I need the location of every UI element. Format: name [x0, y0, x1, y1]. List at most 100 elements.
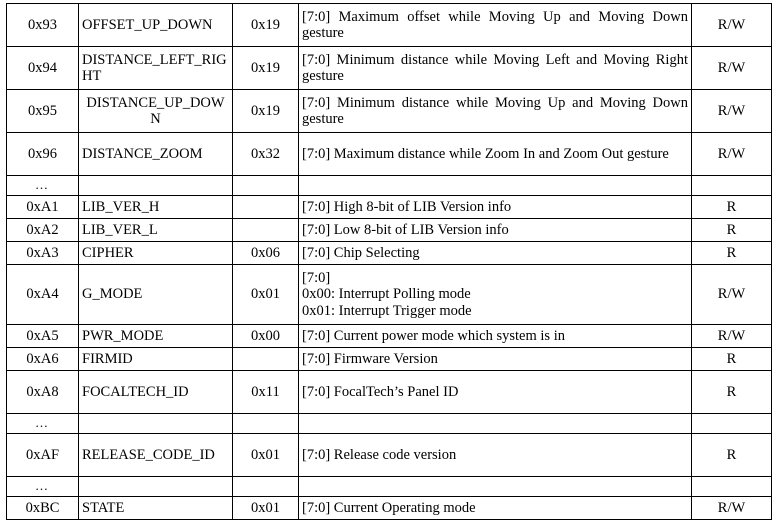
- cell-access: R/W: [691, 132, 772, 176]
- cell-address: …: [6, 413, 79, 434]
- cell-address: 0xA8: [6, 370, 79, 414]
- cell-access: R/W: [691, 264, 772, 325]
- cell-address: 0x93: [6, 3, 79, 47]
- table-row-ellipsis: …: [6, 413, 772, 434]
- cell-address: 0x94: [6, 46, 79, 90]
- cell-address: …: [6, 476, 79, 497]
- table-row: 0xA4 G_MODE 0x01 [7:0] 0x00: Interrupt Polli…: [6, 264, 772, 325]
- cell-name: DISTANCE_ZOOM: [78, 132, 233, 176]
- cell-address: 0x95: [6, 89, 79, 133]
- cell-name: PWR_MODE: [78, 324, 233, 348]
- cell-access: R/W: [691, 89, 772, 133]
- cell-description: [7:0] Minimum distance while Moving Up a…: [298, 89, 692, 133]
- cell-value: [232, 175, 299, 196]
- cell-address: 0xBC: [6, 496, 79, 520]
- cell-value: [232, 476, 299, 497]
- cell-access: R: [691, 433, 772, 477]
- cell-address: 0xA1: [6, 195, 79, 219]
- table-row: 0xBC STATE 0x01 [7:0] Current Operating mod…: [6, 496, 772, 520]
- cell-address: 0xA2: [6, 218, 79, 242]
- table-row: 0xA2 LIB_VER_L [7:0] Low 8-bit of LIB Vers…: [6, 218, 772, 242]
- cell-access: R/W: [691, 324, 772, 348]
- cell-name: LIB_VER_L: [78, 218, 233, 242]
- cell-description: [7:0] Current power mode which system is…: [298, 324, 692, 348]
- cell-value: 0x01: [232, 496, 299, 520]
- description-line: [7:0]: [302, 270, 331, 287]
- cell-name: OFFSET_UP_DOWN: [78, 3, 233, 47]
- cell-address: 0xA6: [6, 347, 79, 371]
- table-row-ellipsis: …: [6, 476, 772, 497]
- cell-value: [232, 195, 299, 219]
- table-row: 0xA3 CIPHER 0x06 [7:0] Chip Selecting R: [6, 241, 772, 265]
- cell-value: 0x01: [232, 433, 299, 477]
- cell-access: R: [691, 347, 772, 371]
- cell-description: [7:0] Minimum distance while Moving Left…: [298, 46, 692, 90]
- cell-value: 0x00: [232, 324, 299, 348]
- table-row: 0x94 DISTANCE_LEFT_RIGHT 0x19 [7:0] Minimum…: [6, 46, 772, 90]
- cell-name: FOCALTECH_ID: [78, 370, 233, 414]
- cell-name: [78, 476, 233, 497]
- table-row: 0xAF RELEASE_CODE_ID 0x01 [7:0] Release cod…: [6, 433, 772, 477]
- cell-address: …: [6, 175, 79, 196]
- description-line: 0x01: Interrupt Trigger mode: [302, 302, 472, 319]
- cell-address: 0x96: [6, 132, 79, 176]
- cell-access: [691, 413, 772, 434]
- cell-value: 0x11: [232, 370, 299, 414]
- cell-value: [232, 347, 299, 371]
- document-page: 0x93 OFFSET_UP_DOWN 0x19 [7:0] Maximum offs…: [0, 0, 777, 520]
- cell-name: DISTANCE_LEFT_RIGHT: [78, 46, 233, 90]
- cell-value: [232, 218, 299, 242]
- cell-description: [7:0] Chip Selecting: [298, 241, 692, 265]
- table-row: 0xA8 FOCALTECH_ID 0x11 [7:0] FocalTech’s Pa…: [6, 370, 772, 414]
- cell-name: [78, 175, 233, 196]
- cell-access: R: [691, 218, 772, 242]
- table-row: 0x96 DISTANCE_ZOOM 0x32 [7:0] Maximum dista…: [6, 132, 772, 176]
- cell-value: [232, 413, 299, 434]
- cell-name: DISTANCE_UP_DOWN: [78, 89, 233, 133]
- cell-description: [298, 476, 692, 497]
- cell-access: R/W: [691, 46, 772, 90]
- table-row: 0x93 OFFSET_UP_DOWN 0x19 [7:0] Maximum offs…: [6, 3, 772, 47]
- cell-name: [78, 413, 233, 434]
- cell-value: 0x19: [232, 89, 299, 133]
- cell-description: [7:0] Release code version: [298, 433, 692, 477]
- cell-name: LIB_VER_H: [78, 195, 233, 219]
- cell-address: 0xAF: [6, 433, 79, 477]
- description-line: 0x00: Interrupt Polling mode: [302, 286, 471, 303]
- cell-value: 0x19: [232, 3, 299, 47]
- register-table: 0x93 OFFSET_UP_DOWN 0x19 [7:0] Maximum offs…: [6, 3, 772, 520]
- register-table-body: 0x93 OFFSET_UP_DOWN 0x19 [7:0] Maximum offs…: [6, 3, 772, 520]
- cell-description: [7:0] Low 8-bit of LIB Version info: [298, 218, 692, 242]
- cell-description: [298, 413, 692, 434]
- cell-value: 0x19: [232, 46, 299, 90]
- table-row: 0xA6 FIRMID [7:0] Firmware Version R: [6, 347, 772, 371]
- cell-access: [691, 175, 772, 196]
- table-row: 0xA5 PWR_MODE 0x00 [7:0] Current power mode…: [6, 324, 772, 348]
- table-row-ellipsis: …: [6, 175, 772, 196]
- cell-address: 0xA5: [6, 324, 79, 348]
- cell-access: R/W: [691, 496, 772, 520]
- table-row: 0x95 DISTANCE_UP_DOWN 0x19 [7:0] Minimum di…: [6, 89, 772, 133]
- cell-value: 0x01: [232, 264, 299, 325]
- cell-name: RELEASE_CODE_ID: [78, 433, 233, 477]
- cell-description: [7:0] Maximum offset while Moving Up and…: [298, 3, 692, 47]
- cell-description: [7:0] Firmware Version: [298, 347, 692, 371]
- cell-access: [691, 476, 772, 497]
- cell-description: [7:0] 0x00: Interrupt Polling mode 0x01: I…: [298, 264, 692, 325]
- cell-address: 0xA4: [6, 264, 79, 325]
- cell-description: [7:0] FocalTech’s Panel ID: [298, 370, 692, 414]
- cell-access: R: [691, 195, 772, 219]
- cell-name: CIPHER: [78, 241, 233, 265]
- cell-address: 0xA3: [6, 241, 79, 265]
- cell-access: R: [691, 370, 772, 414]
- table-row: 0xA1 LIB_VER_H [7:0] High 8-bit of LIB Ver…: [6, 195, 772, 219]
- cell-value: 0x32: [232, 132, 299, 176]
- cell-name: FIRMID: [78, 347, 233, 371]
- cell-description: [7:0] High 8-bit of LIB Version info: [298, 195, 692, 219]
- cell-value: 0x06: [232, 241, 299, 265]
- cell-name: STATE: [78, 496, 233, 520]
- cell-access: R: [691, 241, 772, 265]
- cell-description: [7:0] Maximum distance while Zoom In and…: [298, 132, 692, 176]
- cell-access: R/W: [691, 3, 772, 47]
- cell-description: [298, 175, 692, 196]
